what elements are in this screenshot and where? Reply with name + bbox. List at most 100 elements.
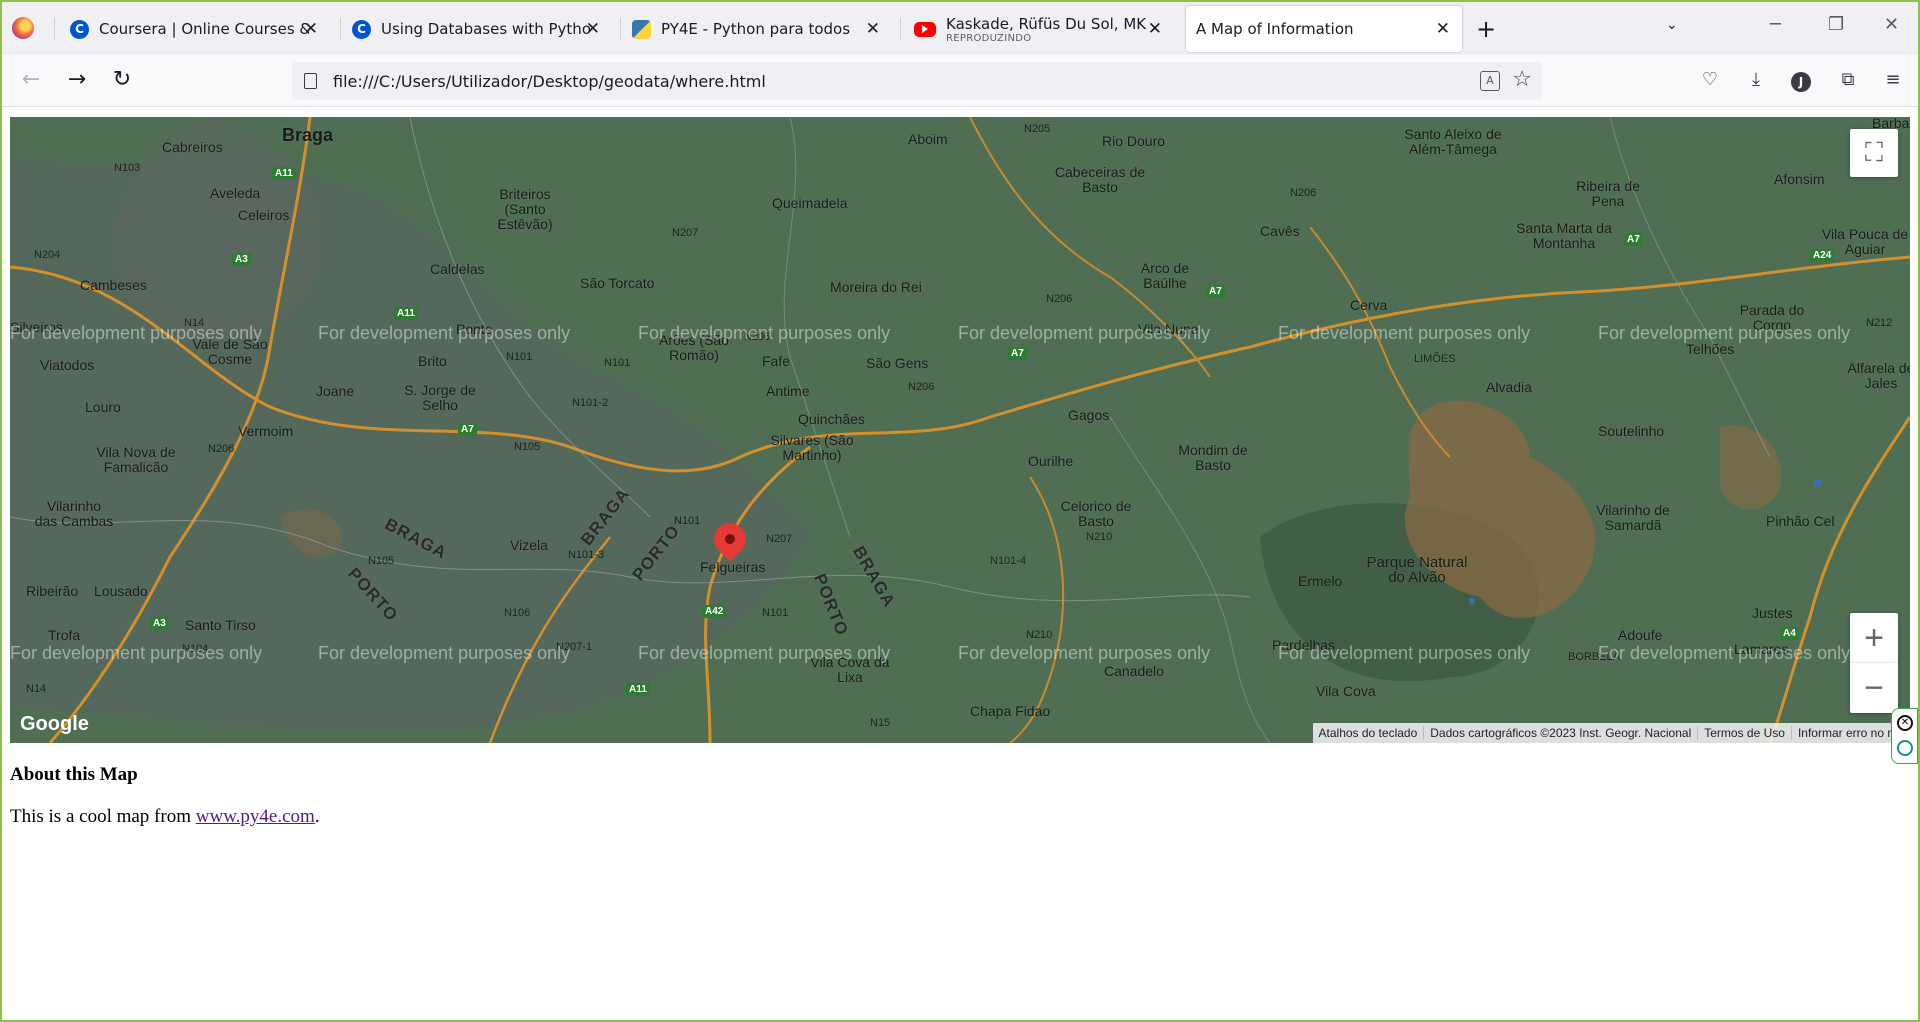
account-avatar[interactable]: J bbox=[1791, 72, 1811, 92]
close-window-icon[interactable]: ✕ bbox=[1884, 14, 1899, 35]
road-shield: A7 bbox=[458, 423, 477, 436]
road-label: N106 bbox=[504, 607, 531, 619]
close-tab-icon[interactable]: ✕ bbox=[304, 19, 318, 39]
url-text[interactable]: file:///C:/Users/Utilizador/Desktop/geod… bbox=[333, 72, 766, 91]
road-label: N15 bbox=[870, 717, 891, 729]
terms-of-use-link[interactable]: Termos de Uso bbox=[1697, 726, 1791, 740]
google-map[interactable]: Braga Cabreiros Aveleda Celeiros Briteir… bbox=[10, 117, 1910, 743]
dev-watermark: For development purposes only bbox=[1598, 323, 1851, 343]
zoom-out-button[interactable]: − bbox=[1850, 663, 1898, 713]
road-label: N101 bbox=[762, 607, 789, 619]
back-arrow-icon[interactable]: ← bbox=[16, 67, 46, 92]
about-text-before: This is a cool map from bbox=[10, 806, 196, 827]
restore-icon[interactable]: ❐ bbox=[1828, 14, 1844, 35]
tab-coursera[interactable]: C Coursera | Online Courses & Cre ✕ bbox=[60, 6, 330, 52]
map-label: Soutelinho bbox=[1598, 423, 1665, 439]
reload-icon[interactable]: ↻ bbox=[107, 67, 137, 92]
map-label: Gagos bbox=[1068, 407, 1110, 423]
road-shield: A7 bbox=[1624, 233, 1643, 246]
address-bar[interactable]: file:///C:/Users/Utilizador/Desktop/geod… bbox=[292, 62, 1542, 100]
forward-arrow-icon[interactable]: → bbox=[62, 67, 92, 92]
map-label: Ermelo bbox=[1298, 573, 1343, 589]
translate-icon[interactable]: A bbox=[1480, 71, 1500, 91]
tab-using-databases[interactable]: C Using Databases with Python - ✕ bbox=[342, 6, 612, 52]
coursera-icon: C bbox=[352, 19, 371, 39]
road-shield: A24 bbox=[1810, 249, 1835, 262]
tab-title: Using Databases with Python - bbox=[381, 20, 591, 38]
map-label: Briteiros (Santo Estêvão) bbox=[497, 186, 553, 232]
road-label: N206 bbox=[908, 381, 935, 393]
page-icon bbox=[304, 73, 317, 89]
extensions-icon[interactable]: ⧉ bbox=[1835, 69, 1861, 90]
downloads-icon[interactable]: ⤓ bbox=[1743, 69, 1769, 90]
road-shield: A11 bbox=[626, 683, 650, 696]
map-label: Aveleda bbox=[210, 185, 261, 201]
road-label: N14 bbox=[26, 683, 47, 695]
map-label: Quinchães bbox=[798, 411, 865, 427]
map-label: Santa Marta da Montanha bbox=[1516, 220, 1612, 251]
map-label: Cerva bbox=[1350, 297, 1388, 313]
map-label: Arco de Baúlhe bbox=[1140, 260, 1190, 291]
tab-map-of-information[interactable]: A Map of Information ✕ bbox=[1186, 6, 1462, 52]
firefox-logo-icon[interactable] bbox=[12, 17, 34, 39]
road-label: N101-2 bbox=[572, 397, 609, 409]
list-all-tabs-chevron-icon[interactable]: ⌄ bbox=[1666, 17, 1678, 33]
side-widget[interactable]: ✕ bbox=[1891, 708, 1918, 764]
map-label: Silvares (São Martinho) bbox=[770, 432, 854, 463]
map-label: Cavês bbox=[1260, 223, 1300, 239]
close-tab-icon[interactable]: ✕ bbox=[586, 19, 600, 39]
close-tab-icon[interactable]: ✕ bbox=[1148, 19, 1162, 39]
new-tab-button[interactable]: + bbox=[1476, 15, 1496, 43]
road-label: N206 bbox=[208, 443, 235, 455]
dev-watermark: For development purposes only bbox=[958, 323, 1211, 343]
tab-separator bbox=[54, 18, 55, 40]
road-label: N206 bbox=[1046, 293, 1073, 305]
tab-py4e[interactable]: PY4E - Python para todos ✕ bbox=[622, 6, 892, 52]
zoom-in-button[interactable]: + bbox=[1850, 613, 1898, 663]
road-label: N207 bbox=[672, 227, 699, 239]
road-label: N101-4 bbox=[990, 555, 1027, 567]
keyboard-shortcuts-link[interactable]: Atalhos do teclado bbox=[1313, 726, 1424, 740]
map-label: Vila Cova bbox=[1316, 683, 1376, 699]
minimize-icon[interactable]: ─ bbox=[1770, 14, 1781, 35]
road-label: N210 bbox=[1026, 629, 1053, 641]
close-circle-icon[interactable]: ✕ bbox=[1897, 715, 1913, 731]
road-shield: A7 bbox=[1008, 347, 1027, 360]
road-shield: A11 bbox=[394, 307, 418, 320]
tab-strip: C Coursera | Online Courses & Cre ✕ C Us… bbox=[2, 2, 1918, 55]
dev-watermark: For development purposes only bbox=[1598, 643, 1851, 663]
map-label: Ribeira de Pena bbox=[1576, 178, 1640, 209]
road-label: N205 bbox=[1024, 123, 1051, 135]
map-label: Mondim de Basto bbox=[1178, 442, 1248, 473]
close-tab-icon[interactable]: ✕ bbox=[1436, 19, 1450, 39]
bookmark-star-icon[interactable]: ☆ bbox=[1512, 67, 1532, 92]
dev-watermark: For development purposes only bbox=[1278, 323, 1531, 343]
tab-youtube[interactable]: Kaskade, Rüfüs Du Sol, MK - Su REPRODUZI… bbox=[904, 6, 1174, 52]
about-text-after: . bbox=[314, 806, 320, 827]
dev-watermark: For development purposes only bbox=[1278, 643, 1531, 663]
about-paragraph: This is a cool map from www.py4e.com. bbox=[10, 806, 320, 828]
map-label: Viatodos bbox=[40, 357, 95, 373]
road-shield: A7 bbox=[1206, 285, 1225, 298]
road-label: N101 bbox=[604, 357, 631, 369]
map-label: Parque Natural do Alvão bbox=[1366, 554, 1468, 586]
map-label: Alvadia bbox=[1486, 379, 1532, 395]
py4e-link[interactable]: www.py4e.com bbox=[196, 806, 315, 827]
map-label: Justes bbox=[1752, 605, 1793, 621]
globe-icon[interactable] bbox=[1897, 740, 1913, 756]
map-label: Braga bbox=[282, 125, 334, 145]
pocket-icon[interactable]: ♡ bbox=[1697, 69, 1723, 90]
dev-watermark: For development purposes only bbox=[638, 323, 891, 343]
menu-hamburger-icon[interactable]: ≡ bbox=[1880, 69, 1906, 90]
google-logo[interactable]: Google bbox=[20, 713, 89, 736]
road-shield: A3 bbox=[232, 253, 251, 266]
map-label: Caldelas bbox=[430, 261, 485, 277]
road-label: N206 bbox=[1290, 187, 1317, 199]
coursera-icon: C bbox=[70, 19, 89, 39]
close-tab-icon[interactable]: ✕ bbox=[866, 19, 880, 39]
fullscreen-button[interactable]: ⛶ bbox=[1850, 129, 1898, 177]
road-label: N101-3 bbox=[568, 549, 605, 561]
map-label: Aboim bbox=[908, 131, 948, 147]
navigation-toolbar: ← → ↻ file:///C:/Users/Utilizador/Deskto… bbox=[2, 55, 1918, 107]
map-label: Santo Tirso bbox=[185, 617, 256, 633]
